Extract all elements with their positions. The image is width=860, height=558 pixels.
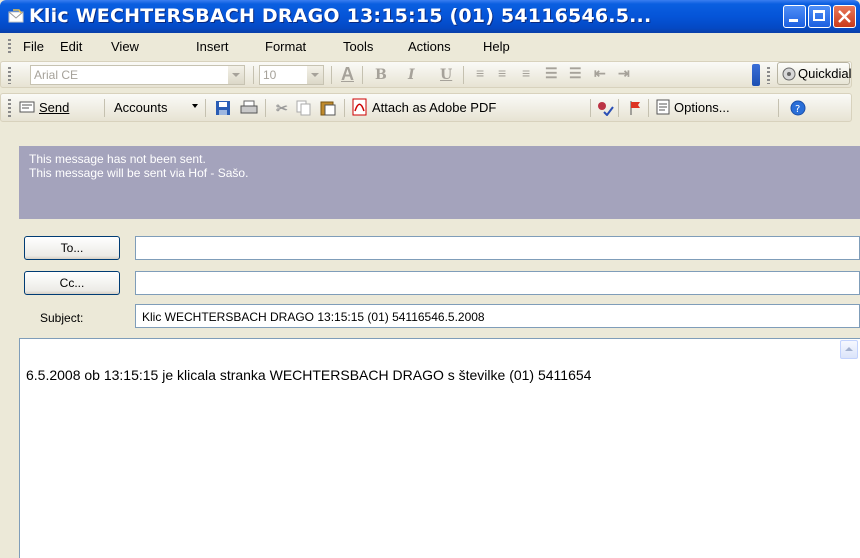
font-color-icon[interactable]: A bbox=[341, 64, 354, 85]
menu-tools[interactable]: Tools bbox=[343, 39, 373, 54]
separator bbox=[362, 66, 363, 84]
menu-edit[interactable]: Edit bbox=[60, 39, 82, 54]
toolbar-grip[interactable] bbox=[8, 67, 11, 84]
cc-button[interactable]: Cc... bbox=[24, 271, 120, 295]
options-icon bbox=[656, 99, 670, 115]
maximize-icon bbox=[813, 10, 825, 21]
standard-toolbar: Send Accounts ✂ Attach as Adobe PDF Opti… bbox=[0, 91, 860, 133]
maximize-button[interactable] bbox=[808, 5, 831, 28]
separator bbox=[104, 99, 105, 117]
to-field[interactable] bbox=[135, 236, 860, 260]
toolbar-grip[interactable] bbox=[8, 99, 11, 119]
copy-icon[interactable] bbox=[296, 100, 312, 116]
send-icon bbox=[19, 101, 35, 113]
print-icon[interactable] bbox=[240, 100, 258, 116]
close-button[interactable] bbox=[833, 5, 856, 28]
bold-icon[interactable]: B bbox=[375, 67, 387, 83]
minimize-button[interactable] bbox=[783, 5, 806, 28]
separator bbox=[463, 66, 464, 84]
send-button[interactable]: Send bbox=[17, 96, 102, 118]
accounts-button[interactable]: Accounts bbox=[110, 96, 202, 118]
phone-icon bbox=[782, 67, 796, 81]
separator bbox=[778, 99, 779, 117]
info-bar: This message has not been sent. This mes… bbox=[19, 146, 860, 219]
align-left-icon[interactable]: ≡ bbox=[476, 65, 484, 81]
scroll-up-button[interactable] bbox=[840, 340, 858, 359]
increase-indent-icon[interactable]: ⇥ bbox=[618, 65, 630, 82]
quickdial-button[interactable]: Quickdial bbox=[777, 62, 851, 85]
pdf-icon bbox=[352, 98, 367, 116]
options-button[interactable]: Options... bbox=[654, 96, 772, 118]
message-body-text: 6.5.2008 ob 13:15:15 je klicala stranka … bbox=[26, 367, 592, 383]
flag-icon[interactable] bbox=[628, 100, 642, 116]
info-send-account: This message will be sent via Hof - Sašo… bbox=[29, 166, 249, 180]
message-body[interactable]: 6.5.2008 ob 13:15:15 je klicala stranka … bbox=[19, 338, 860, 558]
align-right-icon[interactable]: ≡ bbox=[522, 65, 530, 81]
italic-icon[interactable]: I bbox=[408, 67, 415, 83]
save-icon[interactable] bbox=[215, 100, 231, 116]
menu-insert[interactable]: Insert bbox=[196, 39, 229, 54]
menu-format[interactable]: Format bbox=[265, 39, 306, 54]
font-name-combo[interactable]: Arial CE bbox=[30, 65, 245, 85]
font-size-combo[interactable]: 10 bbox=[259, 65, 324, 85]
formatting-toolbar: Arial CE 10 A B I U ≡ ≡ ≡ ☰ ☰ ⇤ ⇥ Quickd… bbox=[0, 59, 860, 91]
separator bbox=[265, 99, 266, 117]
menu-file[interactable]: File bbox=[23, 39, 44, 54]
menu-help[interactable]: Help bbox=[483, 39, 510, 54]
svg-text:?: ? bbox=[795, 104, 800, 115]
cc-field[interactable] bbox=[135, 271, 860, 295]
toolbar-grip[interactable] bbox=[767, 67, 770, 84]
envelope-icon bbox=[8, 9, 24, 23]
check-names-icon[interactable] bbox=[596, 100, 614, 116]
chevron-down-icon[interactable] bbox=[228, 66, 244, 84]
menu-actions[interactable]: Actions bbox=[408, 39, 451, 54]
cut-icon[interactable]: ✂ bbox=[276, 100, 288, 117]
underline-icon[interactable]: U bbox=[440, 67, 452, 83]
separator bbox=[205, 99, 206, 117]
bullets-icon[interactable]: ☰ bbox=[545, 65, 558, 82]
subject-field[interactable]: Klic WECHTERSBACH DRAGO 13:15:15 (01) 54… bbox=[135, 304, 860, 328]
paste-icon[interactable] bbox=[320, 100, 336, 116]
chevron-down-icon bbox=[192, 104, 198, 108]
menu-grip[interactable] bbox=[8, 39, 11, 55]
toolbar-overflow-icon[interactable] bbox=[752, 64, 760, 86]
info-not-sent: This message has not been sent. bbox=[29, 152, 206, 166]
numbering-icon[interactable]: ☰ bbox=[569, 65, 582, 82]
separator bbox=[253, 66, 254, 84]
separator bbox=[618, 99, 619, 117]
menu-view[interactable]: View bbox=[111, 39, 139, 54]
subject-label: Subject: bbox=[40, 311, 84, 325]
to-button[interactable]: To... bbox=[24, 236, 120, 260]
separator bbox=[590, 99, 591, 117]
separator bbox=[648, 99, 649, 117]
chevron-down-icon[interactable] bbox=[307, 66, 323, 84]
window-title: Klic WECHTERSBACH DRAGO 13:15:15 (01) 54… bbox=[29, 5, 652, 27]
help-icon[interactable]: ? bbox=[790, 100, 806, 116]
attach-pdf-button[interactable]: Attach as Adobe PDF bbox=[350, 96, 585, 118]
separator bbox=[344, 99, 345, 117]
minimize-icon bbox=[789, 19, 798, 22]
menu-bar: File Edit View Insert Format Tools Actio… bbox=[0, 33, 860, 59]
separator bbox=[331, 66, 332, 84]
decrease-indent-icon[interactable]: ⇤ bbox=[594, 65, 606, 82]
close-icon bbox=[838, 10, 851, 23]
title-bar[interactable]: Klic WECHTERSBACH DRAGO 13:15:15 (01) 54… bbox=[0, 0, 860, 33]
align-center-icon[interactable]: ≡ bbox=[498, 65, 506, 81]
